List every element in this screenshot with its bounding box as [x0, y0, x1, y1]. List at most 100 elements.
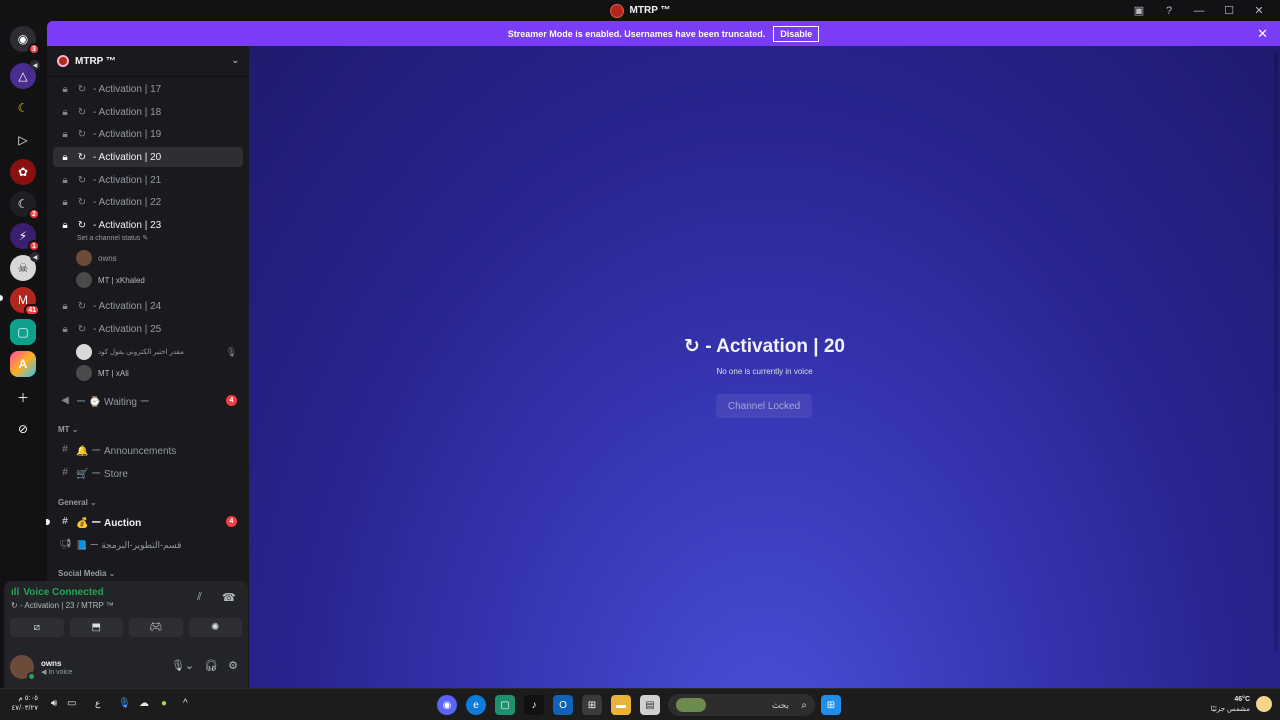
voice-channel-link[interactable]: ↻ - Activation | 23 / MTRP ™: [11, 601, 114, 610]
minimize-button[interactable]: —: [1184, 0, 1214, 21]
refresh-icon: ↻: [77, 300, 87, 312]
microphone-icon[interactable]: 🎙︎⌄: [171, 659, 194, 672]
voice-channel-text: - Activation | 23 / MTRP ™: [19, 601, 114, 610]
scrollbar[interactable]: [1274, 52, 1278, 652]
taskbar-tiktok-icon[interactable]: ♪: [524, 695, 544, 715]
chevron-down-icon: ⌄: [231, 55, 239, 65]
disable-streamer-mode-button[interactable]: Disable: [773, 25, 820, 42]
network-icon[interactable]: ▭: [67, 698, 76, 709]
taskbar-app-icon[interactable]: ▢: [495, 695, 515, 715]
help-icon[interactable]: ?: [1154, 0, 1184, 21]
discover-button[interactable]: ⊘: [10, 416, 36, 442]
app-tray-icon[interactable]: ●: [161, 698, 167, 709]
text-channel-announcements[interactable]: # 🔔 ー Announcements: [53, 439, 243, 459]
channel-subtitle: No one is currently in voice: [716, 367, 813, 376]
voice-channel-waiting[interactable]: ◀︎ ー ⌚ Waiting ー 4: [53, 390, 243, 410]
server-logo-icon: [57, 55, 69, 67]
server-icon-5[interactable]: ☾ 2: [10, 191, 40, 220]
refresh-icon: ↻: [77, 83, 87, 95]
megaphone-icon: 📢︎: [59, 538, 72, 550]
gear-icon[interactable]: ⚙: [228, 659, 238, 672]
cloud-icon[interactable]: ☁: [139, 698, 149, 709]
noise-suppression-icon[interactable]: ⫽: [197, 591, 202, 604]
channel-locked-button[interactable]: Channel Locked: [716, 394, 812, 418]
plus-icon: ＋: [16, 390, 29, 405]
lightning-icon: ⚡: [18, 229, 28, 243]
server-icon-2[interactable]: ☾: [10, 95, 36, 121]
weather-widget[interactable]: 46°C مشمس جزئيًا: [1211, 695, 1250, 715]
voice-channel-activation-18[interactable]: 🔒︎ ↻ - Activation | 18: [53, 102, 243, 122]
voice-channel-activation-17[interactable]: 🔒︎ ↻ - Activation | 17: [53, 79, 243, 99]
disconnect-icon[interactable]: ☎: [222, 591, 236, 604]
inbox-icon[interactable]: ▣: [1124, 0, 1154, 21]
server-header[interactable]: MTRP ™ ⌄: [47, 46, 249, 77]
voice-user[interactable]: مقدر اختبر الكتروني يقول كود 🎙︎: [76, 343, 241, 361]
set-channel-status-link[interactable]: Set a channel status ✎: [77, 234, 148, 242]
add-server-button[interactable]: ＋: [10, 384, 36, 410]
channel-title-text: - Activation | 20: [705, 336, 845, 357]
voice-channel-activation-22[interactable]: 🔒︎ ↻ - Activation | 22: [53, 192, 243, 212]
voice-channel-activation-24[interactable]: 🔒︎ ↻ - Activation | 24: [53, 296, 243, 316]
voice-user[interactable]: MT | xAli: [76, 364, 241, 382]
voice-channel-activation-21[interactable]: 🔒︎ ↻ - Activation | 21: [53, 170, 243, 190]
titlebar-controls: ▣ ? — ☐ ✕: [1124, 0, 1274, 21]
voice-channel-activation-25[interactable]: 🔒︎ ↻ - Activation | 25: [53, 319, 243, 339]
volume-icon[interactable]: 🔊︎: [51, 698, 57, 709]
clock[interactable]: ٥:٠٥ م ٤٧/٠٣/٢٧: [8, 694, 38, 714]
clock-time: ٥:٠٥ م: [18, 695, 38, 702]
category-mt[interactable]: MT ⌄: [58, 425, 78, 434]
avatar[interactable]: [10, 655, 36, 681]
streamer-mode-banner: Streamer Mode is enabled. Usernames have…: [47, 21, 1280, 46]
start-windows-icon[interactable]: ⊞: [821, 695, 841, 715]
taskbar-discord-icon[interactable]: ◉: [437, 695, 457, 715]
text-channel-auction[interactable]: # 💰 ー Auction 4: [53, 511, 243, 531]
language-indicator[interactable]: ع: [95, 698, 100, 709]
channel-name: - Activation | 18: [93, 106, 162, 118]
category-social-media[interactable]: Social Media ⌄: [58, 569, 115, 578]
taskbar-edge-icon[interactable]: e: [466, 695, 486, 715]
rose-icon: ✿: [17, 165, 29, 179]
user-controls: 🎙︎⌄ 🎧︎ ⚙: [171, 659, 238, 672]
soundboard-button[interactable]: ✺: [188, 618, 242, 637]
skull-icon: ☠: [17, 261, 29, 275]
chevron-up-icon[interactable]: ^: [183, 698, 188, 709]
server-icon-4[interactable]: ✿: [10, 159, 36, 185]
server-icon-1[interactable]: △ ◀: [10, 60, 40, 89]
home-button[interactable]: ◉ 3: [10, 26, 40, 55]
headphones-icon[interactable]: 🎧︎: [204, 659, 218, 672]
activity-button[interactable]: 🎮︎: [129, 618, 183, 637]
taskbar-search[interactable]: بحث ⌕: [668, 694, 815, 716]
voice-channel-activation-23[interactable]: 🔒︎ ↻ - Activation | 23: [53, 215, 243, 235]
taskbar-window-icon[interactable]: ▤: [640, 695, 660, 715]
voice-channel-activation-20[interactable]: 🔒︎ ↻ - Activation | 20: [53, 147, 243, 167]
voice-user[interactable]: owns: [76, 249, 241, 267]
server-icon-mtrp[interactable]: M 41: [10, 287, 40, 316]
channel-name: 💰 ー Auction: [76, 517, 142, 529]
taskbar-store-icon[interactable]: ⊞: [582, 695, 602, 715]
camera-off-button[interactable]: ⧄: [10, 618, 64, 637]
channel-title: ↻ - Activation | 20: [249, 335, 1280, 358]
voice-user[interactable]: MT | xKhaled: [76, 271, 241, 289]
server-icon-9[interactable]: A: [10, 351, 36, 377]
hash-icon: #: [62, 443, 68, 455]
server-5-badge: 2: [28, 208, 40, 220]
taskbar-outlook-icon[interactable]: O: [553, 695, 573, 715]
voice-channel-activation-19[interactable]: 🔒︎ ↻ - Activation | 19: [53, 124, 243, 144]
lock-icon: 🔒︎: [62, 300, 68, 312]
server-icon-3[interactable]: ▷: [10, 127, 36, 153]
taskbar-explorer-icon[interactable]: ▬: [611, 695, 631, 715]
close-window-button[interactable]: ✕: [1244, 0, 1274, 21]
server-icon-7[interactable]: ☠ ◀: [10, 252, 40, 281]
microphone-tray-icon[interactable]: 🎙︎: [118, 698, 131, 709]
category-general[interactable]: General ⌄: [58, 498, 97, 507]
screen-share-button[interactable]: ⬒: [69, 618, 123, 637]
maximize-button[interactable]: ☐: [1214, 0, 1244, 21]
lock-icon: 🔒︎: [62, 106, 68, 118]
server-icon-8[interactable]: ▢: [10, 319, 36, 345]
server-icon-6[interactable]: ⚡ 1: [10, 223, 40, 252]
announcement-channel-dev[interactable]: 📢︎ 📘 ー قسم-التطوير-البرمجة: [53, 534, 243, 554]
speaker-icon: ◀: [30, 252, 40, 262]
text-channel-store[interactable]: # 🛒 ー Store: [53, 462, 243, 482]
banner-close-icon[interactable]: ✕: [1257, 26, 1268, 42]
channel-name: - Activation | 20: [93, 151, 162, 163]
